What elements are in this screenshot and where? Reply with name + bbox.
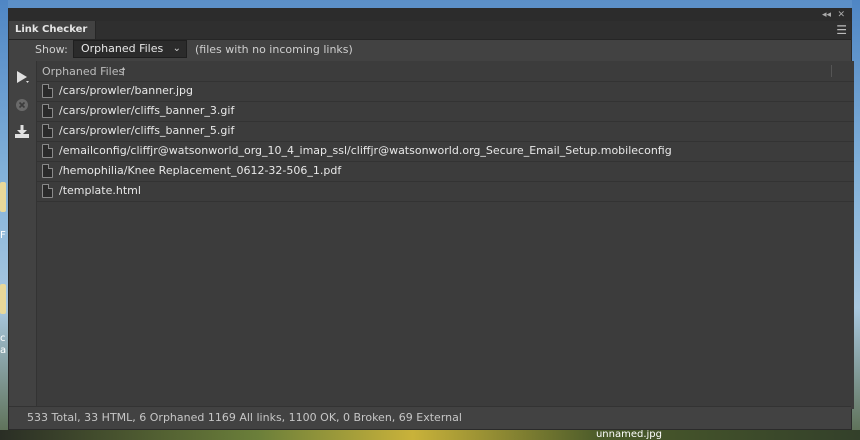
panel-tab-bar: Link Checker ☰ — [9, 21, 851, 40]
show-label: Show: — [35, 43, 68, 56]
desktop-icon-label: a — [0, 345, 7, 356]
panel-toolbar — [9, 61, 36, 409]
list-item[interactable]: /template.html — [37, 182, 854, 202]
orphaned-files-list: Orphaned Files 🠕 /cars/prowler/banner.jp… — [36, 61, 854, 409]
file-path: /cars/prowler/cliffs_banner_5.gif — [59, 124, 235, 137]
desktop-background-left — [0, 0, 8, 440]
file-icon — [42, 184, 53, 198]
file-icon — [42, 124, 53, 138]
desktop-background-bottom — [0, 430, 860, 440]
save-report-icon[interactable] — [13, 124, 31, 142]
file-icon — [42, 164, 53, 178]
file-path: /hemophilia/Knee Replacement_0612-32-506… — [59, 164, 342, 177]
file-path: /emailconfig/cliffjr@watsonworld_org_10_… — [59, 144, 672, 157]
chevron-down-icon: ⌄ — [172, 43, 181, 54]
file-path: /cars/prowler/banner.jpg — [59, 84, 193, 97]
collapse-icon[interactable]: ◂◂ — [822, 9, 831, 21]
desktop-icon-caption[interactable]: unnamed.jpg — [596, 429, 662, 440]
list-item[interactable]: /cars/prowler/cliffs_banner_3.gif — [37, 102, 854, 122]
link-checker-panel: ◂◂ ✕ Link Checker ☰ Show: Orphaned Files… — [8, 8, 854, 430]
list-item[interactable]: /emailconfig/cliffjr@watsonworld_org_10_… — [37, 142, 854, 162]
show-filter-row: Show: Orphaned Files ⌄ (files with no in… — [9, 39, 851, 61]
file-path: /cars/prowler/cliffs_banner_3.gif — [59, 104, 235, 117]
tab-link-checker[interactable]: Link Checker — [9, 21, 97, 39]
close-icon[interactable]: ✕ — [837, 9, 845, 21]
desktop-file-icon[interactable] — [0, 182, 6, 212]
panel-menu-icon[interactable]: ☰ — [836, 23, 847, 37]
desktop-file-icon[interactable] — [0, 284, 6, 314]
column-header-label: Orphaned Files — [42, 65, 125, 78]
file-icon — [42, 104, 53, 118]
status-bar: 533 Total, 33 HTML, 6 Orphaned 1169 All … — [9, 406, 851, 429]
stop-icon[interactable] — [13, 98, 31, 116]
list-item[interactable]: /hemophilia/Knee Replacement_0612-32-506… — [37, 162, 854, 182]
list-item[interactable]: /cars/prowler/cliffs_banner_5.gif — [37, 122, 854, 142]
show-select-value: Orphaned Files — [81, 42, 164, 55]
list-item[interactable]: /cars/prowler/banner.jpg — [37, 82, 854, 102]
desktop-icon-label: c — [0, 333, 6, 344]
desktop-icon-label: F — [0, 230, 6, 241]
file-path: /template.html — [59, 184, 141, 197]
status-summary: 533 Total, 33 HTML, 6 Orphaned 1169 All … — [27, 411, 462, 424]
play-icon[interactable] — [13, 69, 31, 87]
sort-ascending-icon: 🠕 — [121, 65, 126, 78]
column-header[interactable]: Orphaned Files 🠕 — [37, 61, 854, 82]
show-hint: (files with no incoming links) — [195, 43, 353, 56]
show-select[interactable]: Orphaned Files ⌄ — [73, 40, 187, 58]
panel-title-strip: ◂◂ ✕ — [9, 9, 851, 21]
column-divider[interactable] — [831, 65, 832, 77]
file-icon — [42, 144, 53, 158]
file-icon — [42, 84, 53, 98]
